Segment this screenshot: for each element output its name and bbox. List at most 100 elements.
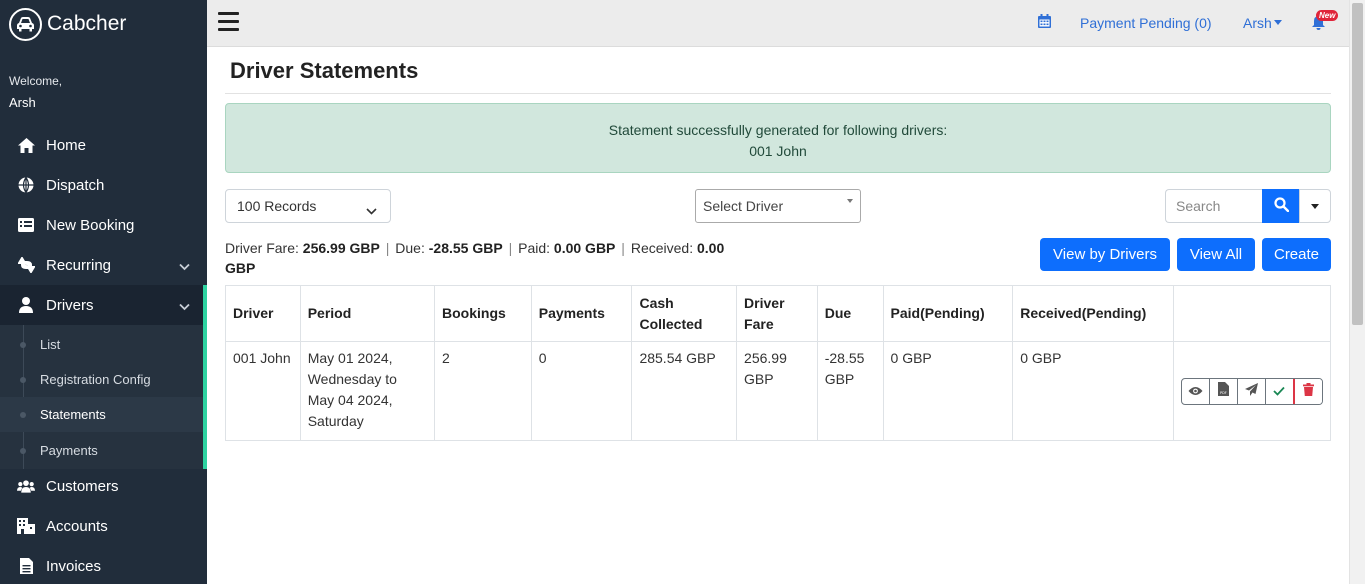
- eye-icon: [1188, 381, 1203, 402]
- sidebar-subitem-statements[interactable]: Statements: [0, 397, 203, 432]
- summary-received-value: 0.00: [696, 240, 725, 256]
- divider: [225, 93, 1331, 94]
- payment-pending-link[interactable]: Payment Pending (0): [1080, 15, 1212, 31]
- file-icon: [17, 557, 35, 575]
- bullet-icon: [20, 412, 26, 418]
- download-pdf-button[interactable]: PDF: [1210, 378, 1238, 404]
- home-icon: [17, 136, 35, 154]
- view-all-button[interactable]: View All: [1177, 238, 1255, 271]
- trash-icon: [1302, 381, 1314, 402]
- col-cash-collected[interactable]: Cash Collected: [631, 285, 738, 342]
- cell-bookings: 2: [434, 341, 532, 441]
- sidebar-item-drivers[interactable]: Drivers: [0, 285, 207, 325]
- records-per-page-select[interactable]: 100 Records: [225, 189, 391, 223]
- search-options-dropdown[interactable]: [1299, 189, 1331, 223]
- user-menu[interactable]: Arsh: [1243, 15, 1282, 31]
- bullet-icon: [20, 448, 26, 454]
- search-icon: [1273, 197, 1289, 215]
- table-row: 001 John May 01 2024, Wednesday to May 0…: [225, 341, 1332, 441]
- statements-table: Driver Period Bookings Payments Cash Col…: [225, 285, 1332, 441]
- chevron-down-icon: [179, 298, 190, 315]
- sidebar-item-customers[interactable]: Customers: [0, 466, 207, 506]
- summary-paid-label: Paid:: [518, 240, 551, 256]
- chevron-down-icon: [179, 258, 190, 275]
- sidebar-item-label: New Booking: [46, 216, 135, 234]
- building-icon: [17, 517, 35, 535]
- sidebar-item-invoices[interactable]: Invoices: [0, 546, 207, 584]
- sidebar-subitem-label: Statements: [40, 407, 106, 422]
- sidebar-item-recurring[interactable]: Recurring: [0, 245, 207, 285]
- caret-down-icon: [1311, 203, 1319, 209]
- repeat-icon: [17, 256, 35, 274]
- delete-statement-button[interactable]: [1292, 378, 1322, 404]
- sidebar-item-label: Home: [46, 136, 87, 154]
- view-statement-button[interactable]: [1182, 378, 1210, 404]
- col-payments[interactable]: Payments: [530, 285, 633, 342]
- cell-due: -28.55 GBP: [816, 341, 884, 441]
- records-select-value: 100 Records: [237, 198, 317, 214]
- paper-plane-icon: [1244, 381, 1258, 402]
- sidebar-subitem-list[interactable]: List: [0, 327, 203, 362]
- cell-cash-collected: 285.54 GBP: [631, 341, 738, 441]
- bullet-icon: [20, 377, 26, 383]
- chevron-down-icon: [366, 202, 377, 218]
- send-statement-button[interactable]: [1238, 378, 1266, 404]
- sidebar-item-label: Drivers: [46, 296, 94, 314]
- car-logo-icon: [9, 7, 42, 41]
- welcome-text: Welcome,: [9, 74, 63, 88]
- sidebar-item-home[interactable]: Home: [0, 125, 207, 165]
- cell-driver-fare: 256.99 GBP: [736, 341, 818, 441]
- cell-paid-pending: 0 GBP: [882, 341, 1014, 441]
- cell-actions: PDF: [1172, 341, 1332, 441]
- approve-statement-button[interactable]: [1265, 378, 1294, 404]
- brand[interactable]: Cabcher: [0, 0, 207, 48]
- sidebar-item-accounts[interactable]: Accounts: [0, 506, 207, 546]
- statement-summary: Driver Fare: 256.99 GBP | Due: -28.55 GB…: [225, 240, 725, 276]
- sidebar-username: Arsh: [9, 95, 36, 110]
- table-header-row: Driver Period Bookings Payments Cash Col…: [225, 285, 1332, 342]
- view-by-drivers-button[interactable]: View by Drivers: [1040, 238, 1170, 271]
- menu-toggle-icon[interactable]: [218, 12, 239, 31]
- col-period[interactable]: Period: [299, 285, 436, 342]
- user-icon: [17, 296, 35, 314]
- sidebar-item-dispatch[interactable]: Dispatch: [0, 165, 207, 205]
- search-button[interactable]: [1262, 189, 1300, 223]
- globe-icon: [17, 176, 35, 194]
- col-received-pending[interactable]: Received(Pending): [1012, 285, 1174, 342]
- svg-text:PDF: PDF: [1220, 391, 1227, 395]
- bullet-icon: [20, 342, 26, 348]
- sidebar-item-new-booking[interactable]: New Booking: [0, 205, 207, 245]
- sidebar-subitem-registration-config[interactable]: Registration Config: [0, 362, 203, 397]
- caret-down-icon: [847, 199, 853, 203]
- sidebar-subitem-label: Payments: [40, 443, 98, 458]
- driver-select-value: Select Driver: [703, 198, 784, 214]
- summary-received-label: Received:: [630, 240, 694, 256]
- summary-fare-label: Driver Fare:: [225, 240, 299, 256]
- caret-down-icon: [1273, 20, 1282, 25]
- search-input[interactable]: [1165, 189, 1263, 223]
- calendar-icon[interactable]: [1038, 14, 1051, 31]
- col-due[interactable]: Due: [816, 285, 884, 342]
- brand-name: Cabcher: [47, 12, 127, 35]
- sidebar-item-label: Dispatch: [46, 176, 105, 194]
- summary-due-label: Due:: [395, 240, 425, 256]
- col-driver[interactable]: Driver: [225, 285, 301, 342]
- cell-payments: 0: [530, 341, 633, 441]
- pdf-file-icon: PDF: [1217, 381, 1229, 402]
- col-bookings[interactable]: Bookings: [434, 285, 532, 342]
- col-paid-pending[interactable]: Paid(Pending): [882, 285, 1014, 342]
- page-scrollbar[interactable]: [1349, 0, 1365, 584]
- success-alert: Statement successfully generated for fol…: [225, 103, 1331, 173]
- sidebar-item-label: Recurring: [46, 256, 112, 274]
- sidebar-item-label: Accounts: [46, 517, 108, 535]
- create-button[interactable]: Create: [1262, 238, 1331, 271]
- driver-select[interactable]: Select Driver: [695, 189, 861, 223]
- sidebar-subitem-label: List: [40, 337, 61, 352]
- alert-message: Statement successfully generated for fol…: [608, 122, 948, 138]
- sidebar-item-label: Customers: [46, 477, 119, 495]
- scrollbar-thumb[interactable]: [1352, 3, 1363, 325]
- sidebar-subitem-label: Registration Config: [40, 372, 151, 387]
- sidebar-subitem-payments[interactable]: Payments: [0, 433, 203, 468]
- col-driver-fare[interactable]: Driver Fare: [736, 285, 818, 342]
- new-badge: New: [1316, 10, 1339, 21]
